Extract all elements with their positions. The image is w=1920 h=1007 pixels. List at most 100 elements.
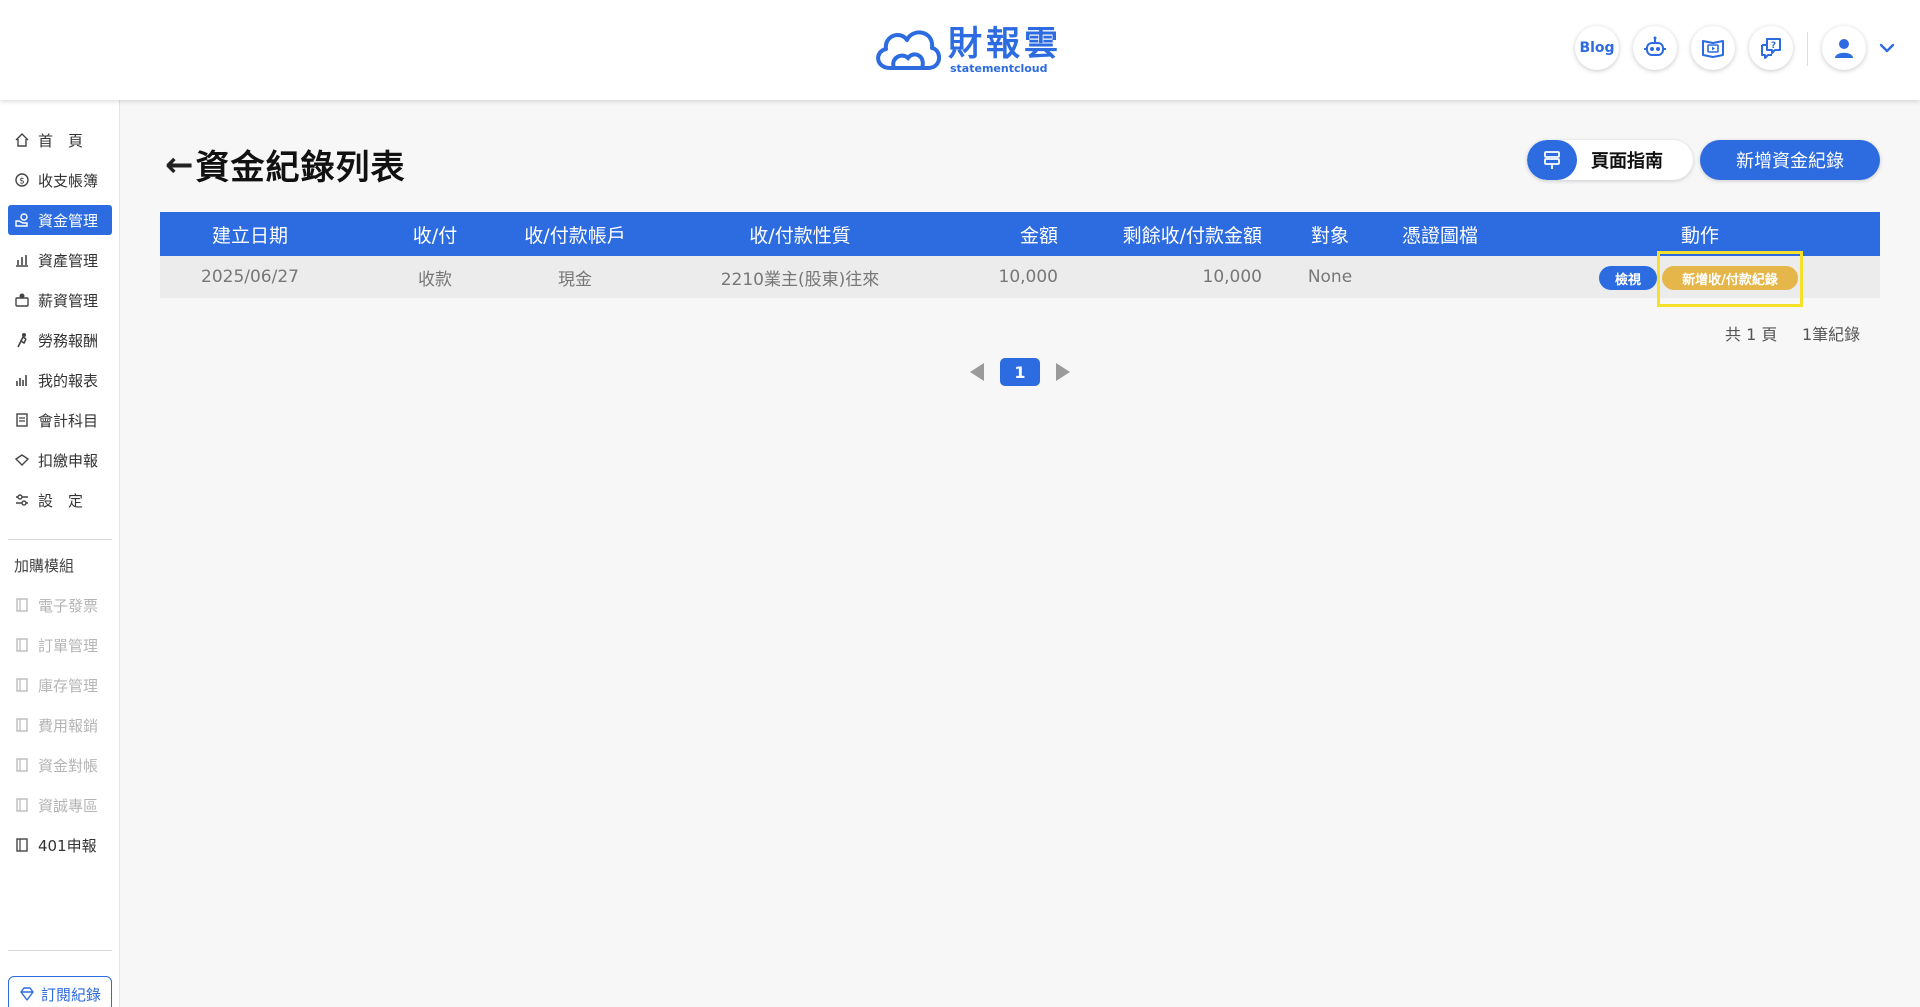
- sidebar-item-label: 資產管理: [38, 251, 99, 270]
- user-avatar-icon[interactable]: [1822, 26, 1866, 70]
- prev-page-icon[interactable]: [970, 363, 984, 381]
- video-guide-icon[interactable]: [1691, 26, 1735, 70]
- sidebar-item-settings[interactable]: 設 定: [8, 485, 112, 515]
- guide-icon-wrap: [1527, 140, 1577, 180]
- sidebar-item-salary[interactable]: 薪資管理: [8, 285, 112, 315]
- money-hand-icon: [15, 213, 28, 227]
- sidebar-item-fund-management[interactable]: 資金管理: [8, 205, 112, 235]
- cell-remaining: 10,000: [1202, 267, 1262, 287]
- sidebar-item-label: 401申報: [38, 836, 97, 855]
- sidebar-item-label: 勞務報酬: [38, 331, 99, 350]
- addon-section-title: 加購模組: [14, 557, 75, 575]
- sidebar-item-inventory[interactable]: 庫存管理: [8, 670, 112, 700]
- withholding-icon: [14, 454, 30, 466]
- sidebar-item-label: 訂單管理: [38, 636, 99, 655]
- sidebar-item-my-reports[interactable]: 我的報表: [8, 365, 112, 395]
- book-icon: [16, 638, 28, 652]
- column-header-amount: 金額: [1019, 224, 1058, 247]
- column-header-attachment: 憑證圖檔: [1401, 224, 1478, 247]
- page-header: ← 資金紀錄列表: [165, 140, 406, 189]
- person-icon: [1835, 39, 1853, 58]
- sidebar-item-ledger[interactable]: $ 收支帳簿: [8, 165, 112, 195]
- sidebar-item-withholding[interactable]: 扣繳申報: [8, 445, 112, 475]
- sidebar-item-label: 資誠專區: [38, 796, 99, 815]
- settings-icon: [16, 494, 28, 506]
- sidebar-item-label: 電子發票: [38, 596, 99, 615]
- help-chat-icon[interactable]: ?: [1749, 26, 1793, 70]
- robot-glyph-icon: [1644, 36, 1666, 56]
- sidebar-item-accounts[interactable]: 會計科目: [8, 405, 112, 435]
- sidebar-item-e-invoice[interactable]: 電子發票: [8, 590, 112, 620]
- book-icon: [16, 678, 28, 692]
- top-header: 財報雲 statementcloud Blog ?: [0, 0, 1920, 100]
- coin-icon: $: [15, 173, 29, 187]
- cell-amount: 10,000: [998, 267, 1058, 287]
- cell-type: 收款: [418, 269, 452, 290]
- page-title: 資金紀錄列表: [195, 148, 406, 188]
- book-icon: [16, 838, 28, 852]
- sidebar-item-labor-remuneration[interactable]: 勞務報酬: [8, 325, 112, 355]
- cell-party: None: [1307, 267, 1353, 287]
- svg-text:?: ?: [1771, 41, 1776, 51]
- subscription-button[interactable]: 訂閱紀錄: [8, 976, 112, 1007]
- column-header-type: 收/付: [412, 224, 458, 247]
- sidebar-item-orders[interactable]: 訂單管理: [8, 630, 112, 660]
- sidebar-item-label: 首 頁: [38, 131, 84, 150]
- sidebar-item-label: 費用報銷: [38, 716, 99, 735]
- cell-date: 2025/06/27: [201, 267, 299, 287]
- column-header-nature: 收/付款性質: [749, 224, 851, 247]
- ledger-icon: [16, 413, 28, 427]
- chevron-down-icon[interactable]: [1877, 38, 1897, 58]
- sidebar-item-reconciliation[interactable]: 資金對帳: [8, 750, 112, 780]
- sidebar-item-asset-management[interactable]: 資產管理: [8, 245, 112, 275]
- view-button[interactable]: 檢視: [1599, 266, 1657, 290]
- back-arrow-icon[interactable]: ←: [165, 145, 194, 185]
- column-header-account: 收/付款帳戶: [524, 224, 626, 247]
- sidebar-item-401-filing[interactable]: 401申報: [8, 830, 112, 860]
- salary-icon: [15, 293, 29, 307]
- cell-account: 現金: [558, 269, 592, 290]
- robot-icon[interactable]: [1633, 26, 1677, 70]
- sidebar-item-label: 我的報表: [38, 371, 99, 390]
- question-bubble-icon: ?: [1761, 38, 1781, 59]
- cell-nature: 2210業主(股東)往來: [720, 269, 880, 290]
- book-icon: [16, 798, 28, 812]
- column-header-party: 對象: [1310, 224, 1349, 247]
- sidebar-item-label: 資金對帳: [38, 756, 99, 775]
- next-page-icon[interactable]: [1056, 363, 1070, 381]
- cell-attachment: [1380, 256, 1500, 298]
- page-number-button[interactable]: 1: [1000, 358, 1040, 386]
- asset-icon: [16, 255, 28, 267]
- column-header-remaining: 剩餘收/付款金額: [1122, 224, 1262, 247]
- pagination: 1: [970, 358, 1070, 386]
- column-header-date: 建立日期: [211, 224, 288, 247]
- header-divider: [1807, 32, 1808, 66]
- book-icon: [16, 758, 28, 772]
- labor-icon: [17, 333, 27, 348]
- subscription-label: 訂閱紀錄: [40, 985, 101, 1004]
- home-icon: [15, 133, 29, 147]
- page-guide-button[interactable]: 頁面指南: [1527, 140, 1693, 180]
- column-header-actions: 動作: [1680, 224, 1719, 247]
- book-play-icon: [1702, 40, 1724, 58]
- page-guide-label: 頁面指南: [1591, 151, 1663, 172]
- add-fund-record-button[interactable]: 新增資金紀錄: [1700, 140, 1880, 180]
- sidebar-item-label: 庫存管理: [38, 676, 99, 695]
- signpost-icon: [1544, 151, 1560, 169]
- brand-subtitle: statementcloud: [950, 62, 1048, 75]
- total-pages: 共 1 頁: [1725, 325, 1778, 344]
- sidebar-item-label: 會計科目: [38, 411, 99, 430]
- cloud-logo-icon: [876, 30, 941, 70]
- sidebar-item-expense[interactable]: 費用報銷: [8, 710, 112, 740]
- sidebar-item-label: 扣繳申報: [38, 451, 99, 470]
- brand-logo[interactable]: 財報雲 statementcloud: [870, 22, 1062, 78]
- sidebar-item-label: 資金管理: [38, 211, 99, 230]
- sidebar: 首 頁 $ 收支帳簿 資金管理 資產管理 薪資管理 勞務報酬 我的報表 會計科目…: [0, 100, 120, 1007]
- sidebar-item-pwc-zone[interactable]: 資誠專區: [8, 790, 112, 820]
- total-records: 1筆紀錄: [1802, 325, 1861, 344]
- blog-button[interactable]: Blog: [1575, 26, 1619, 70]
- book-icon: [16, 598, 28, 612]
- sidebar-item-home[interactable]: 首 頁: [8, 125, 112, 155]
- report-chart-icon: [16, 375, 27, 386]
- sidebar-divider: [8, 539, 112, 540]
